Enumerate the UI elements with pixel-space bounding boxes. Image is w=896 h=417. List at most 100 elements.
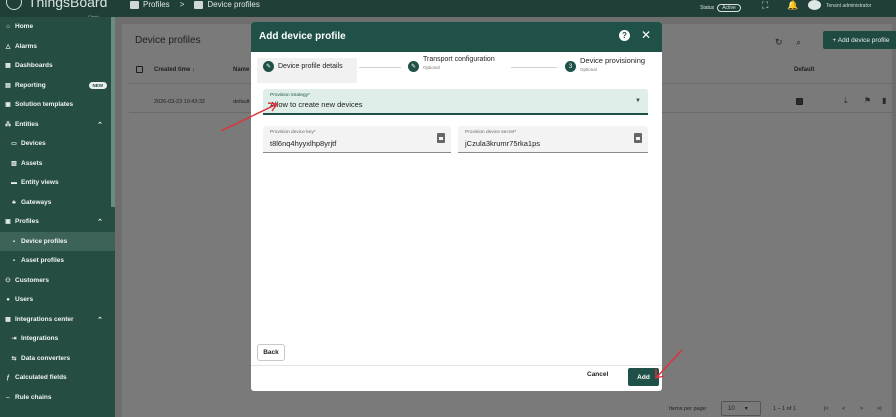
close-icon[interactable]: ✕ [641,28,651,42]
items-per-page-value: 10 [728,405,735,412]
column-created-time[interactable]: Created time ↓ [154,67,195,73]
default-checked-icon [796,98,803,105]
provision-device-secret-field[interactable]: Provision device secret* jCzula3krumr75r… [458,126,648,153]
sidebar-item-label: Home [15,23,34,30]
sidebar-item-label: Asset profiles [21,257,64,264]
help-icon[interactable]: ? [619,30,630,41]
sidebar-item-rule-chains[interactable]: ⇔ Rule chains [0,388,115,407]
sidebar-item-reporting[interactable]: ▤ Reporting NEW [0,76,115,95]
provision-device-key-field[interactable]: Provision device key* t8l6nq4hyyxlhp8yrj… [263,126,451,153]
sidebar-item-label: Entities [15,121,39,128]
chevron-up-icon: ⌃ [97,316,103,324]
select-all-checkbox[interactable] [136,66,143,73]
step-optional: Optional [423,65,440,70]
sidebar-item-device-profiles[interactable]: ▪ Device profiles [0,232,115,251]
step-device-profile-details[interactable]: ✎ Device profile details [263,59,343,72]
provision-key-value: t8l6nq4hyyxlhp8yrjtf [270,139,337,148]
sidebar-item-entity-views[interactable]: ▬ Entity views [0,173,115,192]
next-page-icon[interactable]: > [860,406,863,412]
back-button[interactable]: Back [257,344,285,361]
sidebar-item-customers[interactable]: ⚇ Customers [0,271,115,290]
dropdown-arrow-icon: ▼ [635,98,641,104]
avatar[interactable] [808,0,821,10]
status-badge: Active [717,4,741,12]
add-device-profile-dialog: Add device profile ? ✕ ✎ Device profile … [251,22,662,391]
download-icon[interactable]: ⤓ [844,96,848,106]
breadcrumb-separator: > [179,0,185,9]
sidebar-item-data-converters[interactable]: ⇆ Data converters [0,349,115,368]
sidebar-item-alarms[interactable]: △ Alarms [0,37,115,56]
profiles-icon: ▣ [5,219,11,225]
sidebar-item-label: Data converters [21,355,71,362]
cancel-button[interactable]: Cancel [587,371,608,378]
sidebar-item-label: Devices [21,140,46,147]
edit-pencil-icon: ✎ [408,61,419,72]
search-icon[interactable]: ⌕ [796,37,801,48]
sidebar-item-asset-profiles[interactable]: ▪ Asset profiles [0,251,115,270]
copy-icon[interactable] [437,133,445,143]
sidebar-item-dashboards[interactable]: ▦ Dashboards [0,56,115,75]
home-icon: ⌂ [6,23,10,30]
provision-strategy-label: Provision strategy* [270,93,310,98]
provision-strategy-value: Allow to create new devices [270,100,363,109]
sidebar-item-label: Calculated fields [15,374,67,381]
step-label: Device profile details [278,63,343,70]
provision-strategy-select[interactable]: Provision strategy* Allow to create new … [263,89,648,115]
sidebar-item-solution-templates[interactable]: ▣ Solution templates [0,95,115,114]
page-title: Device profiles [135,35,201,46]
sidebar-item-label: Integrations [21,335,59,342]
step-device-provisioning[interactable]: 3 Device provisioning Optional [565,56,645,72]
column-name[interactable]: Name [233,67,249,73]
sort-arrow-down-icon: ↓ [192,67,196,73]
step-connector [511,67,557,68]
sidebar: ⌂ Home △ Alarms ▦ Dashboards ▤ Reporting NEW … [0,17,115,417]
sidebar-item-integrations[interactable]: ⇥ Integrations [0,329,115,348]
app-logo[interactable]: ThingsBoard [6,0,107,10]
converter-icon: ⇆ [11,356,17,362]
users-icon: ● [6,296,10,303]
prev-page-icon[interactable]: < [842,406,845,412]
sidebar-item-assets[interactable]: ▥ Assets [0,154,115,173]
customers-icon: ⚇ [5,278,11,284]
sidebar-item-label: Entity views [21,179,59,186]
breadcrumb-profiles[interactable]: Profiles [143,0,170,9]
sidebar-item-label: Gateways [21,199,52,206]
step-optional: Optional [580,67,597,72]
copy-icon[interactable] [634,133,642,143]
flag-icon[interactable]: ⚑ [864,96,871,105]
sidebar-item-integrations-center[interactable]: ▦ Integrations center ⌃ [0,310,115,329]
dialog-header: Add device profile ? ✕ [251,22,662,52]
profiles-icon [130,0,139,9]
delete-icon[interactable]: ▮ [882,96,886,105]
fullscreen-icon[interactable]: ⛶ [762,0,768,11]
column-default[interactable]: Default [794,67,814,73]
device-icon: ▭ [11,141,17,147]
sidebar-item-users[interactable]: ● Users [0,290,115,309]
integration-icon: ⇥ [11,336,17,342]
gateway-icon: ♣ [12,199,16,206]
sidebar-item-calculated-fields[interactable]: ƒ Calculated fields [0,368,115,387]
notification-bell-icon[interactable]: 🔔 [787,0,798,11]
items-per-page-select[interactable]: 10 ▾ [721,401,761,416]
sidebar-item-label: Dashboards [15,62,53,69]
sidebar-item-gateways[interactable]: ♣ Gateways [0,193,115,212]
sidebar-item-label: Reporting [15,82,46,89]
step-transport-configuration[interactable]: ✎ Transport configuration Optional [408,56,495,72]
sidebar-item-profiles[interactable]: ▣ Profiles ⌃ [0,212,115,231]
sidebar-item-devices[interactable]: ▭ Devices [0,134,115,153]
entity-view-icon: ▬ [11,179,17,186]
top-bar: ThingsBoard Cloud Profiles > Device prof… [0,0,896,19]
step-connector [359,67,401,68]
refresh-icon[interactable]: ↻ [775,37,783,48]
column-label: Created time [154,67,191,73]
sidebar-item-entities[interactable]: ⁂ Entities ⌃ [0,115,115,134]
provision-secret-value: jCzula3krumr75rka1ps [465,139,541,148]
step-number: 3 [565,61,576,72]
last-page-icon[interactable]: >| [877,406,882,412]
sidebar-item-label: Customers [15,277,49,284]
first-page-icon[interactable]: |< [824,406,829,412]
add-button[interactable]: Add [628,368,659,386]
add-device-profile-button[interactable]: + Add device profile [823,31,896,49]
footer-divider [251,365,662,366]
sidebar-item-home[interactable]: ⌂ Home [0,17,115,36]
